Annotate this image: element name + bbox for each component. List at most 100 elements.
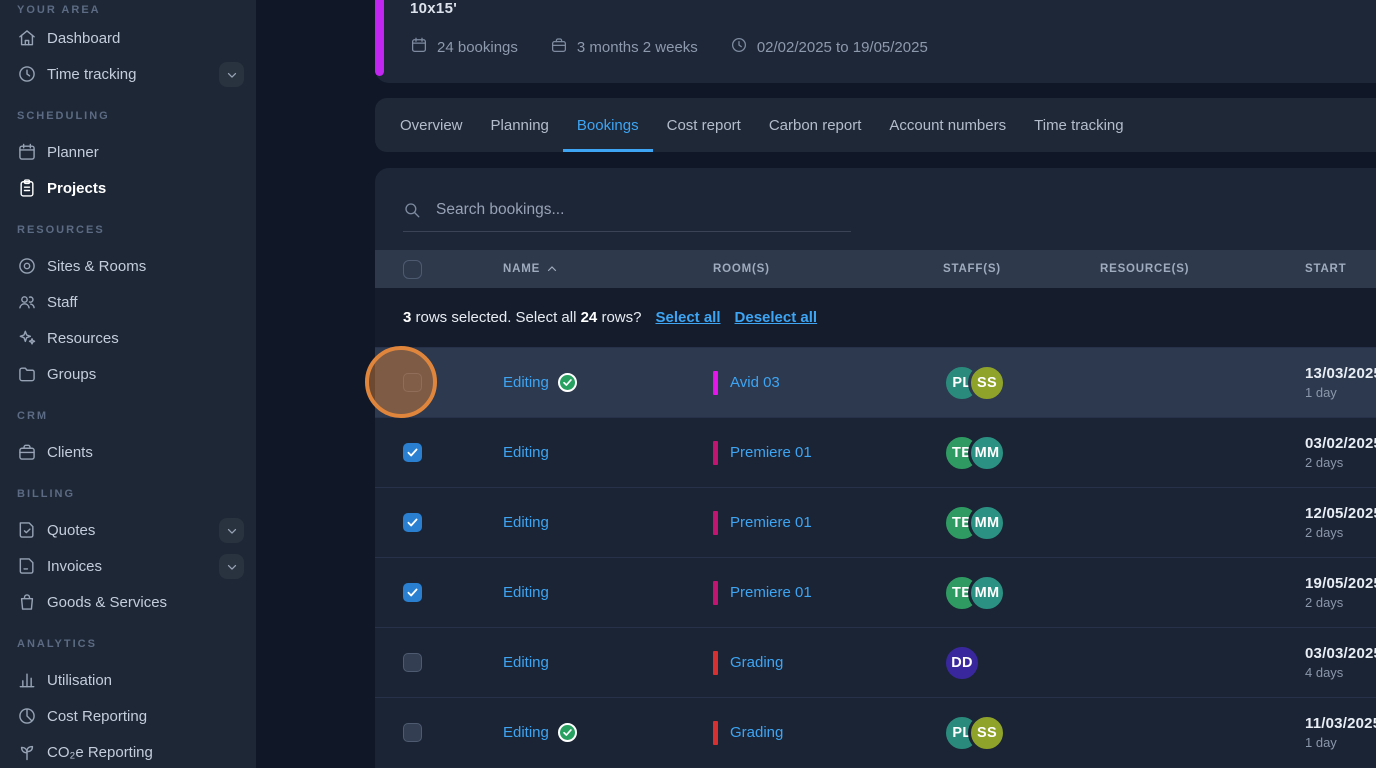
verified-badge-icon (558, 373, 577, 392)
sidebar-section-label: BILLING (0, 476, 256, 512)
column-staff[interactable]: STAFF(S) (943, 263, 1100, 275)
row-checkbox[interactable] (403, 443, 422, 462)
row-checkbox[interactable] (403, 653, 422, 672)
location-icon (17, 256, 37, 276)
chevron-down-icon[interactable] (219, 554, 244, 579)
sidebar-item-groups[interactable]: Groups (0, 356, 256, 392)
start-cell: 03/03/2025 4 days (1305, 645, 1376, 680)
tab-bookings[interactable]: Bookings (563, 98, 653, 152)
room-link[interactable]: Avid 03 (730, 374, 780, 391)
sort-asc-icon (546, 263, 558, 275)
tab-overview[interactable]: Overview (386, 98, 477, 152)
chevron-down-icon[interactable] (219, 518, 244, 543)
room-link[interactable]: Premiere 01 (730, 514, 812, 531)
staff-avatars: DD (943, 644, 1100, 682)
sidebar-item-cost-reporting[interactable]: Cost Reporting (0, 698, 256, 734)
sidebar-item-sites-rooms[interactable]: Sites & Rooms (0, 248, 256, 284)
room-link[interactable]: Premiere 01 (730, 444, 812, 461)
bookings-panel: NAME ROOM(S) STAFF(S) RESOURCE(S) START … (375, 168, 1376, 768)
sidebar-section: YOUR AREA Dashboard Time tracking (0, 0, 256, 92)
staff-avatar: MM (968, 574, 1006, 612)
bar-chart-icon (17, 670, 37, 690)
select-all-link[interactable]: Select all (655, 309, 720, 326)
sidebar-item-planner[interactable]: Planner (0, 134, 256, 170)
sidebar-item-invoices[interactable]: Invoices (0, 548, 256, 584)
booking-name-link[interactable]: Editing (503, 654, 549, 671)
calendar-icon (410, 36, 428, 58)
document-check-icon (17, 520, 37, 540)
table-row[interactable]: Editing Premiere 01 TBMM 03/02/2025 2 da… (375, 417, 1376, 487)
sidebar-item-quotes[interactable]: Quotes (0, 512, 256, 548)
pie-chart-icon (17, 706, 37, 726)
sidebar-item-co-e-reporting[interactable]: CO₂e Reporting (0, 734, 256, 768)
row-checkbox[interactable] (403, 373, 422, 392)
deselect-all-link[interactable]: Deselect all (735, 309, 818, 326)
row-checkbox[interactable] (403, 583, 422, 602)
duration: 2 days (1305, 595, 1376, 610)
sidebar-section-label: ANALYTICS (0, 626, 256, 662)
start-cell: 03/02/2025 2 days (1305, 435, 1376, 470)
table-row[interactable]: Editing Grading DD 03/03/2025 4 days (375, 627, 1376, 697)
project-title: 10x15' (410, 0, 457, 17)
room-link[interactable]: Premiere 01 (730, 584, 812, 601)
booking-name-link[interactable]: Editing (503, 724, 549, 741)
select-all-checkbox[interactable] (403, 260, 422, 279)
meta-item: 02/02/2025 to 19/05/2025 (730, 36, 928, 58)
tab-carbon-report[interactable]: Carbon report (755, 98, 876, 152)
sidebar-section: RESOURCES Sites & Rooms Staff Resources … (0, 212, 256, 392)
tab-time-tracking[interactable]: Time tracking (1020, 98, 1137, 152)
room-color-bar (713, 371, 718, 395)
room-link[interactable]: Grading (730, 724, 783, 741)
search-input[interactable] (436, 201, 851, 219)
table-row[interactable]: Editing Grading PLSS 11/03/2025 1 day (375, 697, 1376, 767)
table-row[interactable]: Editing Premiere 01 TBMM 12/05/2025 2 da… (375, 487, 1376, 557)
booking-name-link[interactable]: Editing (503, 374, 549, 391)
staff-avatars: PLSS (943, 714, 1100, 752)
column-name[interactable]: NAME (503, 263, 713, 275)
sidebar-item-utilisation[interactable]: Utilisation (0, 662, 256, 698)
sidebar-section: SCHEDULING Planner Projects (0, 98, 256, 206)
verified-badge-icon (558, 723, 577, 742)
sidebar-item-dashboard[interactable]: Dashboard (0, 20, 256, 56)
sparkles-icon (17, 328, 37, 348)
chevron-down-icon[interactable] (219, 62, 244, 87)
sidebar-item-goods-services[interactable]: Goods & Services (0, 584, 256, 620)
tab-cost-report[interactable]: Cost report (653, 98, 755, 152)
calendar-icon (17, 142, 37, 162)
plant-icon (17, 742, 37, 762)
project-tabs: Overview Planning Bookings Cost report C… (375, 98, 1376, 152)
duration: 4 days (1305, 665, 1376, 680)
home-icon (17, 28, 37, 48)
start-cell: 11/03/2025 1 day (1305, 715, 1376, 750)
room-color-bar (713, 721, 718, 745)
booking-name-link[interactable]: Editing (503, 584, 549, 601)
booking-name-link[interactable]: Editing (503, 444, 549, 461)
staff-avatars: PLSS (943, 364, 1100, 402)
tab-planning[interactable]: Planning (477, 98, 563, 152)
clock-icon (730, 36, 748, 58)
column-start[interactable]: START (1305, 263, 1376, 275)
staff-avatars: TBMM (943, 574, 1100, 612)
tab-account-numbers[interactable]: Account numbers (875, 98, 1020, 152)
table-row[interactable]: Editing Avid 03 PLSS 13/03/2025 1 day (375, 347, 1376, 417)
sidebar-item-staff[interactable]: Staff (0, 284, 256, 320)
room-link[interactable]: Grading (730, 654, 783, 671)
booking-name-link[interactable]: Editing (503, 514, 549, 531)
sidebar-item-time-tracking[interactable]: Time tracking (0, 56, 256, 92)
table-row[interactable]: Editing Premiere 01 TBMM 19/05/2025 2 da… (375, 557, 1376, 627)
start-cell: 19/05/2025 2 days (1305, 575, 1376, 610)
column-rooms[interactable]: ROOM(S) (713, 263, 943, 275)
staff-avatars: TBMM (943, 504, 1100, 542)
sidebar-item-projects[interactable]: Projects (0, 170, 256, 206)
sidebar-item-resources[interactable]: Resources (0, 320, 256, 356)
clock-icon (17, 64, 37, 84)
row-checkbox[interactable] (403, 513, 422, 532)
search-icon (403, 201, 421, 219)
sidebar-section-label: SCHEDULING (0, 98, 256, 134)
row-checkbox[interactable] (403, 723, 422, 742)
sidebar-item-clients[interactable]: Clients (0, 434, 256, 470)
column-resources[interactable]: RESOURCE(S) (1100, 263, 1305, 275)
room-color-bar (713, 581, 718, 605)
briefcase-icon (17, 442, 37, 462)
start-cell: 12/05/2025 2 days (1305, 505, 1376, 540)
